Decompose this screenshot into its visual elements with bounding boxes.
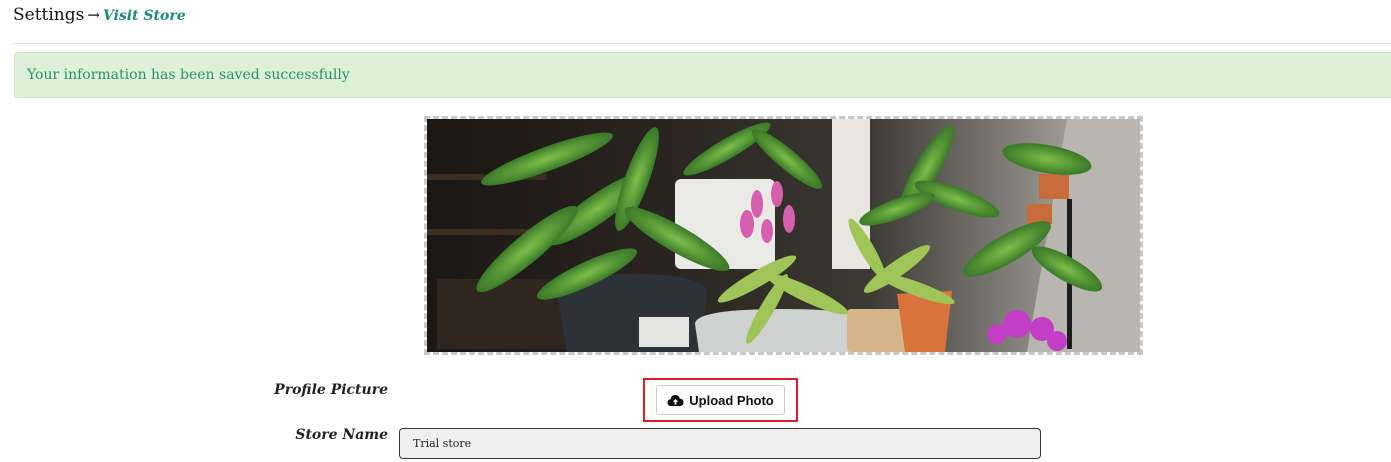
plants-photo	[427, 119, 1140, 352]
upload-photo-button[interactable]: Upload Photo	[656, 385, 785, 415]
breadcrumb-settings: Settings	[13, 5, 85, 25]
breadcrumb-separator: →	[87, 6, 100, 24]
store-name-input[interactable]: Trial store	[399, 428, 1041, 459]
store-banner-image[interactable]	[424, 116, 1143, 355]
upload-photo-label: Upload Photo	[689, 392, 774, 408]
visit-store-link[interactable]: Visit Store	[103, 8, 186, 24]
profile-picture-label: Profile Picture	[274, 382, 388, 398]
success-alert: Your information has been saved successf…	[14, 52, 1391, 98]
store-name-label: Store Name	[295, 427, 388, 443]
breadcrumb: Settings → Visit Store	[13, 5, 186, 27]
header-divider	[13, 43, 1391, 44]
alert-message: Your information has been saved successf…	[27, 67, 350, 83]
cloud-upload-icon	[667, 393, 684, 407]
store-name-value: Trial store	[413, 437, 472, 450]
settings-page: Settings → Visit Store Your information …	[0, 0, 1391, 462]
